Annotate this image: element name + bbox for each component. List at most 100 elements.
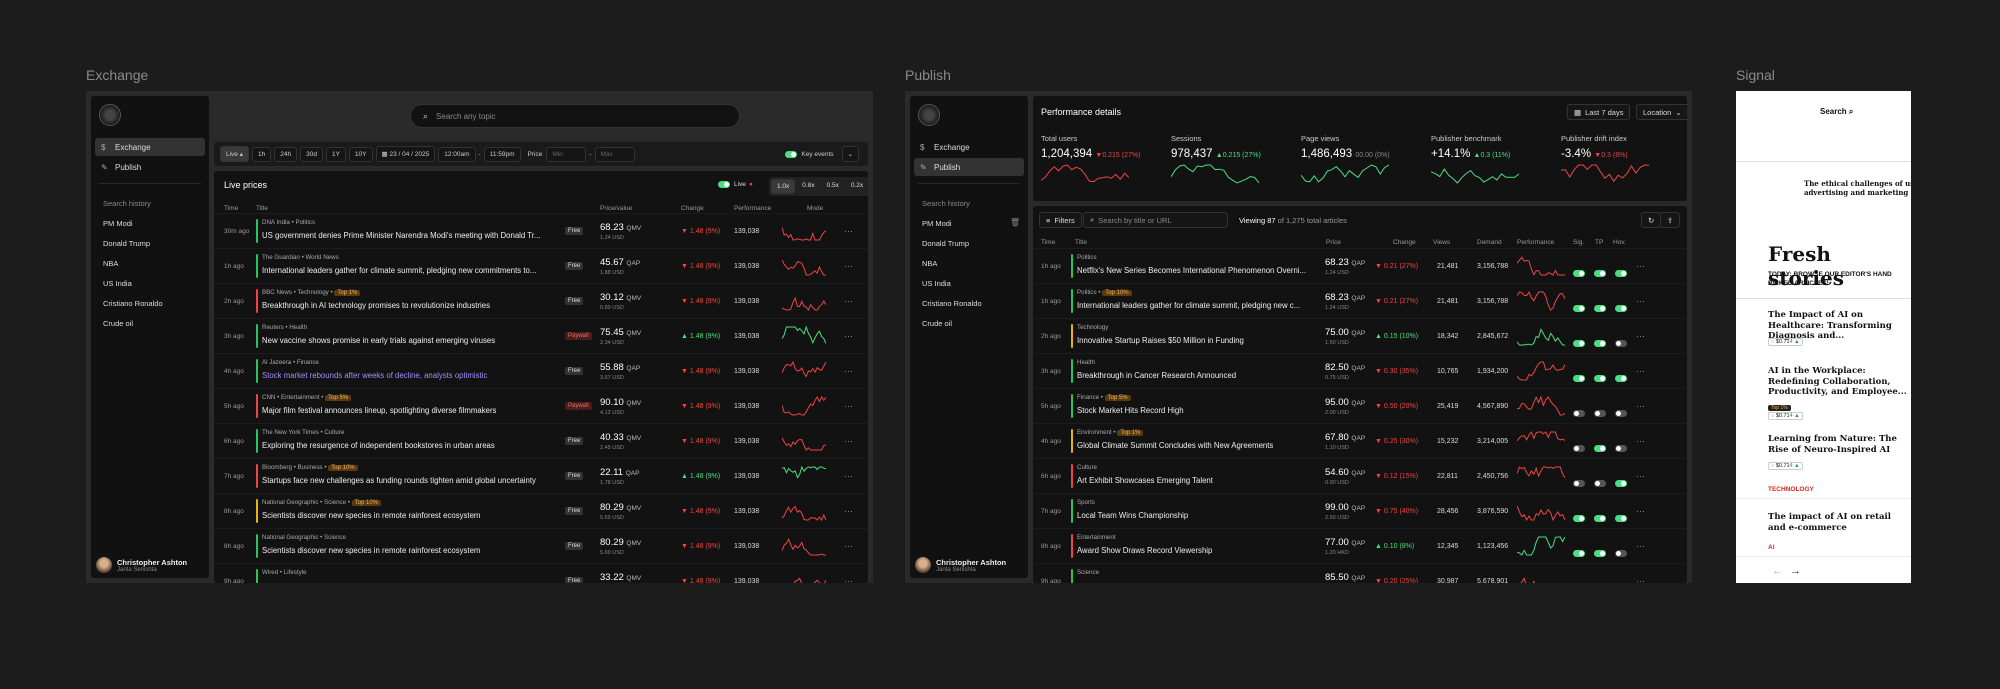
sig-toggle[interactable]	[1573, 270, 1585, 278]
trash-icon[interactable]: 🗑	[1010, 218, 1020, 227]
sig-toggle[interactable]	[1573, 550, 1585, 558]
more-icon[interactable]: ⋯	[844, 296, 853, 307]
time-to[interactable]: 11:59pm	[483, 146, 521, 162]
speed-0-2x[interactable]: 0.2x	[846, 179, 868, 194]
sidebar-item-exchange[interactable]: $ Exchange	[914, 138, 1024, 156]
more-icon[interactable]: ⋯	[844, 226, 853, 237]
history-item[interactable]: Cristiano Ronaldo	[922, 299, 982, 308]
table-row[interactable]: 5h ago Finance • Top 5% Stock Market Hit…	[1033, 388, 1687, 423]
table-row[interactable]: 1h ago Politics Netflix's New Series Bec…	[1033, 248, 1687, 283]
period-dropdown[interactable]: ▦ Last 7 days	[1567, 104, 1631, 120]
tp-toggle[interactable]	[1594, 270, 1606, 278]
live-toggle[interactable]: Live ●	[718, 181, 753, 188]
table-row[interactable]: 6h ago The New York Times • Culture Expl…	[214, 423, 868, 458]
range-1y[interactable]: 1Y	[325, 146, 346, 162]
tp-toggle[interactable]	[1594, 340, 1606, 348]
table-row[interactable]: 7h ago Sports Local Team Wins Championsh…	[1033, 493, 1687, 528]
table-row[interactable]: 4h ago Al Jazeera • Finance Stock market…	[214, 353, 868, 388]
more-icon[interactable]: ⋯	[844, 541, 853, 552]
table-row[interactable]: 8h ago Entertainment Award Show Draws Re…	[1033, 528, 1687, 563]
row-title[interactable]: New vaccine shows promise in early trial…	[262, 336, 546, 345]
more-icon[interactable]: ⋯	[844, 261, 853, 272]
table-row[interactable]: 5h ago CNN • Entertainment • Top 5% Majo…	[214, 388, 868, 423]
col-hov[interactable]: Hov.	[1613, 239, 1626, 246]
col-demand[interactable]: Demand	[1477, 239, 1502, 246]
col-change[interactable]: Change	[681, 205, 704, 212]
tp-toggle[interactable]	[1594, 375, 1606, 383]
sig-toggle[interactable]	[1573, 375, 1585, 383]
col-views[interactable]: Views	[1433, 239, 1450, 246]
col-price[interactable]: Price/value	[600, 205, 632, 212]
tp-toggle[interactable]	[1594, 515, 1606, 523]
row-title[interactable]: Scientists discover new species in remot…	[262, 546, 546, 555]
sig-toggle[interactable]	[1573, 445, 1585, 453]
filters-button[interactable]: ≡ Filters	[1039, 212, 1082, 228]
col-time[interactable]: Time	[1041, 239, 1055, 246]
arrow-right-icon[interactable]: →	[1790, 565, 1801, 577]
col-performance[interactable]: Performance	[1517, 239, 1554, 246]
history-item[interactable]: Crude oil	[922, 319, 952, 328]
tp-toggle[interactable]	[1594, 445, 1606, 453]
lead-article[interactable]: The ethical challenges of usi advertisin…	[1804, 179, 1911, 197]
table-row[interactable]: 1h ago The Guardian • World News Interna…	[214, 248, 868, 283]
row-title[interactable]: International leaders gather for climate…	[1077, 301, 1319, 310]
history-item[interactable]: US India	[922, 279, 951, 288]
more-icon[interactable]: ⋯	[1636, 366, 1645, 377]
date-picker[interactable]: ▦ 23 / 04 / 2025	[375, 146, 436, 162]
more-icon[interactable]: ⋯	[844, 436, 853, 447]
speed-1x[interactable]: 1.0x	[771, 179, 796, 194]
more-icon[interactable]: ⋯	[1636, 401, 1645, 412]
tp-toggle[interactable]	[1594, 410, 1606, 418]
table-row[interactable]: 1h ago Politics • Top 10% International …	[1033, 283, 1687, 318]
table-row[interactable]: 3h ago Health Breakthrough in Cancer Res…	[1033, 353, 1687, 388]
location-dropdown[interactable]: Location ⌄	[1636, 104, 1687, 120]
history-item[interactable]: US India	[103, 279, 132, 288]
row-title[interactable]: Exploring the resurgence of independent …	[262, 441, 546, 450]
row-title[interactable]: US government denies Prime Minister Nare…	[262, 231, 546, 240]
row-title[interactable]: Stock Market Hits Record High	[1077, 406, 1319, 415]
sig-toggle[interactable]	[1573, 480, 1585, 488]
range-24h[interactable]: 24h	[274, 146, 298, 162]
col-tp[interactable]: TP	[1595, 239, 1603, 246]
time-from[interactable]: 12:00am	[438, 146, 476, 162]
col-sig[interactable]: Sig.	[1573, 239, 1584, 246]
more-icon[interactable]: ⋯	[1636, 541, 1645, 552]
export-button[interactable]: ⇪	[1660, 212, 1681, 228]
table-row[interactable]: 2h ago BBC News • Technology • Top 1% Br…	[214, 283, 868, 318]
search-input[interactable]: ⌕ Search by title or URL	[1083, 212, 1228, 228]
table-row[interactable]: 2h ago Technology Innovative Startup Rai…	[1033, 318, 1687, 353]
row-title[interactable]: Scientists discover new species in remot…	[262, 511, 546, 520]
speed-0-5x[interactable]: 0.5x	[822, 179, 844, 194]
key-events-toggle[interactable]	[785, 150, 798, 158]
col-title[interactable]: Title	[256, 205, 268, 212]
speed-0-8x[interactable]: 0.8x	[797, 179, 819, 194]
col-change[interactable]: Change	[1393, 239, 1416, 246]
more-icon[interactable]: ⋯	[844, 506, 853, 517]
row-title[interactable]: Breakthrough in Cancer Research Announce…	[1077, 371, 1319, 380]
category-label[interactable]: AI	[1768, 544, 1775, 551]
history-item[interactable]: Cristiano Ronaldo	[103, 299, 163, 308]
col-performance[interactable]: Performance	[734, 205, 771, 212]
history-item[interactable]: NBA	[103, 259, 118, 268]
row-title[interactable]: Netflix's New Series Becomes Internation…	[1077, 266, 1319, 275]
more-icon[interactable]: ⋯	[844, 471, 853, 482]
history-item[interactable]: Donald Trump	[103, 239, 150, 248]
sidebar-item-publish[interactable]: ✎ Publish	[95, 158, 205, 176]
row-title[interactable]: International leaders gather for climate…	[262, 266, 546, 275]
tp-toggle[interactable]	[1594, 480, 1606, 488]
sig-toggle[interactable]	[1573, 515, 1585, 523]
row-title[interactable]: Art Exhibit Showcases Emerging Talent	[1077, 476, 1319, 485]
hov-toggle[interactable]	[1615, 445, 1627, 453]
more-icon[interactable]: ⋯	[1636, 331, 1645, 342]
range-1h[interactable]: 1h	[252, 146, 272, 162]
hov-toggle[interactable]	[1615, 340, 1627, 348]
table-row[interactable]: 7h ago Bloomberg • Business • Top 10% St…	[214, 458, 868, 493]
table-row[interactable]: 9h ago Wired • Lifestyle Free 33.22 QMV …	[214, 563, 868, 583]
more-icon[interactable]: ⋯	[844, 331, 853, 342]
more-icon[interactable]: ⋯	[844, 401, 853, 412]
sidebar-item-publish[interactable]: ✎ Publish	[914, 158, 1024, 176]
hov-toggle[interactable]	[1615, 410, 1627, 418]
hov-toggle[interactable]	[1615, 515, 1627, 523]
row-title[interactable]: Award Show Draws Record Viewership	[1077, 546, 1319, 555]
tp-toggle[interactable]	[1594, 305, 1606, 313]
